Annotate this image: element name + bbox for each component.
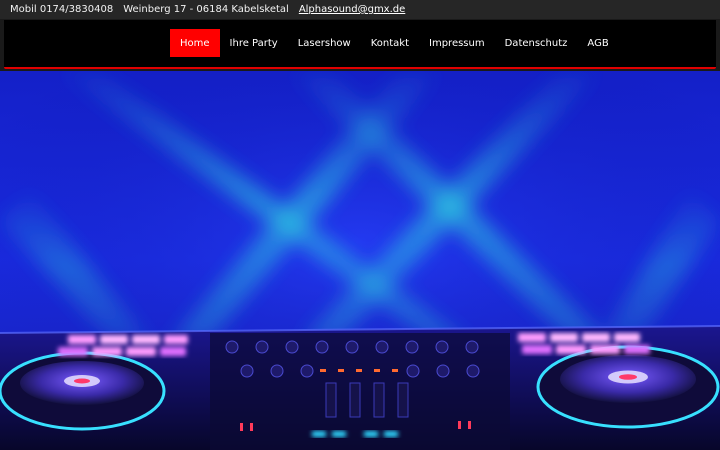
hero-image-dj-controller [0,71,720,450]
contact-bar: Mobil 0174/3830408 Weinberg 17 - 06184 K… [0,0,720,19]
nav-item-datenschutz[interactable]: Datenschutz [495,29,578,57]
nav-menu: Home Ihre Party Lasershow Kontakt Impres… [170,29,619,57]
phone-number: Mobil 0174/3830408 [10,4,114,15]
nav-item-impressum[interactable]: Impressum [419,29,495,57]
nav-item-lasershow[interactable]: Lasershow [288,29,361,57]
mixer-section [210,333,510,450]
main-navigation: Home Ihre Party Lasershow Kontakt Impres… [4,20,716,69]
dj-controller [0,325,720,450]
email-link[interactable]: Alphasound@gmx.de [299,4,405,15]
nav-item-home[interactable]: Home [170,29,220,57]
nav-item-agb[interactable]: AGB [577,29,618,57]
nav-item-kontakt[interactable]: Kontakt [361,29,419,57]
nav-item-ihre-party[interactable]: Ihre Party [220,29,288,57]
address: Weinberg 17 - 06184 Kabelsketal [123,4,289,15]
